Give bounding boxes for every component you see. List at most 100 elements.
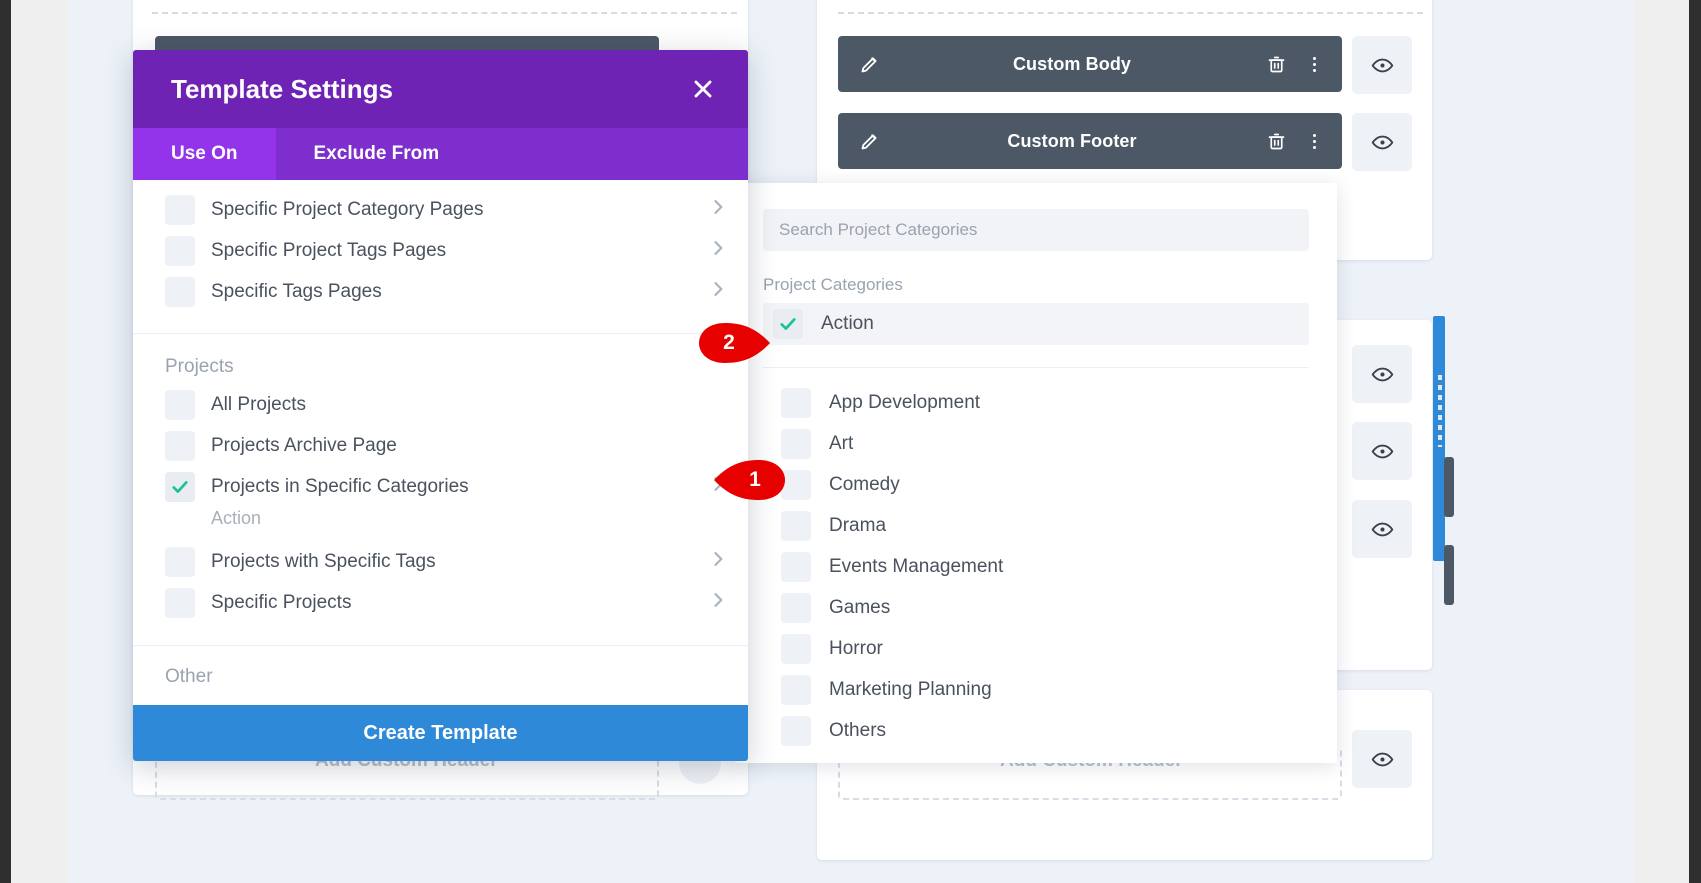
checkbox[interactable] (781, 592, 811, 623)
visibility-toggle-6[interactable] (1352, 730, 1412, 788)
modal-header: Template Settings (133, 50, 748, 128)
dashed-separator-left (152, 12, 737, 14)
visibility-toggle-body[interactable] (1352, 36, 1412, 94)
page-gutter-right (1634, 0, 1689, 883)
option-projects-in-specific-categories[interactable]: Projects in Specific Categories (133, 466, 748, 507)
page-title: Template Settings (171, 73, 394, 104)
check-icon (780, 318, 796, 330)
screen-root: Custom Body Custom Footer Search Project… (0, 0, 1701, 883)
dashed-separator-right (838, 12, 1423, 14)
checkbox[interactable] (781, 387, 811, 418)
modal-tabs: Use On Exclude From (133, 128, 748, 180)
list-item-label: Drama (829, 514, 887, 536)
annotation-number: 2 (723, 331, 735, 354)
checkbox-checked[interactable] (773, 309, 803, 339)
checkbox[interactable] (781, 633, 811, 664)
option-label: Specific Project Tags Pages (211, 239, 447, 261)
checkbox[interactable] (165, 194, 195, 225)
checkbox[interactable] (165, 235, 195, 266)
tab-exclude-from[interactable]: Exclude From (276, 128, 478, 180)
annotation-number: 1 (749, 468, 761, 491)
dropdown-selected-item[interactable]: Action (763, 303, 1309, 345)
list-item-label: Others (829, 719, 887, 741)
close-icon[interactable] (686, 72, 720, 106)
checkbox[interactable] (165, 546, 195, 577)
list-item-label: Art (829, 432, 854, 454)
chevron-right-icon[interactable] (708, 197, 728, 222)
search-input[interactable] (763, 209, 1309, 251)
annotation-pin-1: 1 (709, 458, 787, 502)
list-item-label: Marketing Planning (829, 678, 992, 700)
chevron-right-icon[interactable] (708, 279, 728, 304)
list-item-label: Comedy (829, 473, 900, 495)
more-options-icon[interactable] (1304, 133, 1324, 149)
list-item[interactable]: Others (735, 710, 1337, 751)
option-specific-project-tags-pages[interactable]: Specific Project Tags Pages (133, 230, 748, 271)
list-item[interactable]: App Development (735, 382, 1337, 423)
list-item[interactable]: Horror (735, 628, 1337, 669)
modal-body: Specific Project Category Pages Specific… (133, 180, 748, 688)
list-item[interactable]: Marketing Planning (735, 669, 1337, 710)
chevron-right-icon[interactable] (708, 549, 728, 574)
visibility-toggle-4[interactable] (1352, 422, 1412, 480)
option-projects-with-specific-tags[interactable]: Projects with Specific Tags (133, 541, 748, 582)
option-specific-projects[interactable]: Specific Projects (133, 582, 748, 623)
eye-icon (1371, 522, 1393, 536)
more-options-icon[interactable] (1304, 56, 1324, 72)
option-all-projects[interactable]: All Projects (133, 384, 748, 425)
checkbox[interactable] (165, 587, 195, 618)
eye-icon (1371, 58, 1393, 72)
eye-icon (1371, 752, 1393, 766)
selected-category-note: Action (211, 508, 262, 528)
list-item[interactable]: Events Management (735, 546, 1337, 587)
list-item[interactable]: Games (735, 587, 1337, 628)
chevron-right-icon[interactable] (708, 238, 728, 263)
eye-icon (1371, 135, 1393, 149)
visibility-toggle-3[interactable] (1352, 345, 1412, 403)
annotation-pin-2: 2 (697, 321, 775, 365)
create-template-button[interactable]: Create Template (133, 705, 748, 761)
browser-right-edge (1689, 0, 1701, 883)
scroll-track-dashes (1438, 375, 1442, 447)
checkbox[interactable] (165, 389, 195, 420)
list-item[interactable]: Drama (735, 505, 1337, 546)
list-item-label: Events Management (829, 555, 1004, 577)
pin-shape (714, 460, 785, 500)
trash-icon[interactable] (1264, 129, 1288, 153)
list-item[interactable]: Art (735, 423, 1337, 464)
dropdown-search-wrap (735, 183, 1337, 251)
pencil-icon[interactable] (858, 130, 880, 152)
option-specific-project-category-pages[interactable]: Specific Project Category Pages (133, 189, 748, 230)
selected-item-label: Action (821, 313, 874, 334)
checkbox[interactable] (165, 276, 195, 307)
checkbox[interactable] (781, 674, 811, 705)
module-bar-custom-footer[interactable]: Custom Footer (838, 113, 1342, 169)
chevron-right-icon[interactable] (708, 590, 728, 615)
module-bar-custom-body[interactable]: Custom Body (838, 36, 1342, 92)
eye-icon (1371, 367, 1393, 381)
option-specific-tags-pages[interactable]: Specific Tags Pages (133, 271, 748, 312)
trash-icon[interactable] (1264, 52, 1288, 76)
visibility-toggle-footer[interactable] (1352, 113, 1412, 171)
visibility-toggle-5[interactable] (1352, 500, 1412, 558)
option-label: Projects in Specific Categories (211, 475, 469, 497)
tab-use-on[interactable]: Use On (133, 128, 276, 180)
option-label: Specific Project Category Pages (211, 198, 484, 220)
checkbox-checked[interactable] (165, 471, 195, 502)
list-item-label: Horror (829, 637, 883, 659)
checkbox[interactable] (781, 551, 811, 582)
module-edge-chip-2 (1444, 545, 1454, 605)
checkbox[interactable] (781, 428, 811, 459)
option-projects-archive-page[interactable]: Projects Archive Page (133, 425, 748, 466)
list-item[interactable]: Comedy (735, 464, 1337, 505)
checkbox[interactable] (781, 715, 811, 746)
dropdown-item-list: App Development Art Comedy Drama Events … (735, 368, 1337, 751)
list-item-label: App Development (829, 391, 981, 413)
checkbox[interactable] (165, 430, 195, 461)
eye-icon (1371, 444, 1393, 458)
checkbox[interactable] (781, 510, 811, 541)
dropdown-group-label: Project Categories (763, 275, 903, 294)
list-item-label: Games (829, 596, 891, 618)
module-edge-chip-1 (1444, 457, 1454, 517)
pencil-icon[interactable] (858, 53, 880, 75)
